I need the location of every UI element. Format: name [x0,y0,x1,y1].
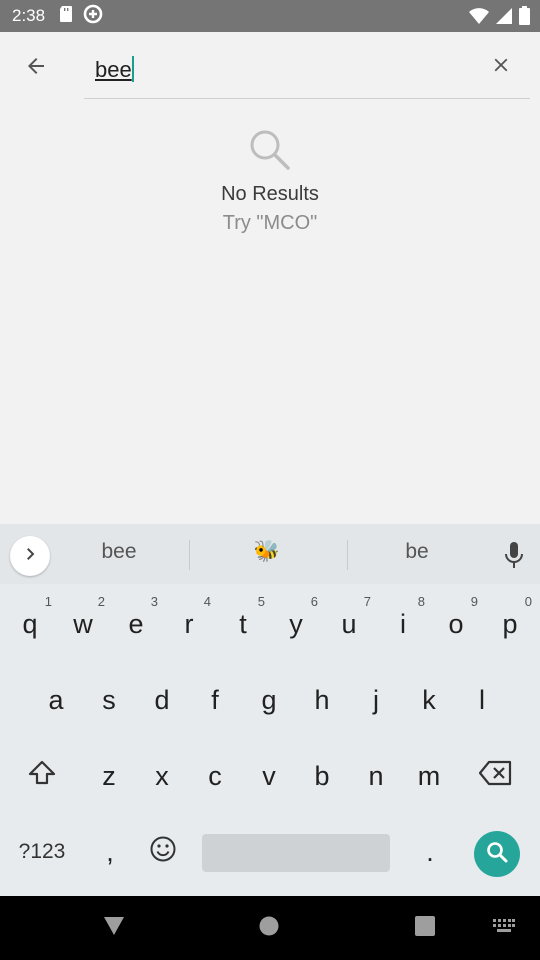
shift-key[interactable] [18,746,66,806]
key-hint: 9 [470,594,478,609]
arrow-back-icon [24,54,48,83]
key-hint: 3 [150,594,158,609]
keyboard-switch-button[interactable] [490,914,518,942]
shift-icon [27,758,57,795]
symbols-key[interactable]: ?123 [10,822,74,882]
key-q[interactable]: q1 [6,594,54,654]
key-p[interactable]: p0 [486,594,534,654]
key-k[interactable]: k [405,670,453,730]
key-hint: 6 [310,594,318,609]
navigation-bar [0,896,540,960]
search-icon [485,840,509,869]
microphone-icon [502,542,526,574]
search-input[interactable]: bee [84,52,530,99]
key-a[interactable]: a [32,670,80,730]
search-query: bee [95,57,132,82]
emoji-icon [149,835,177,870]
voice-input-button[interactable] [502,540,526,570]
key-label: e [128,608,144,639]
data-saver-icon [83,4,103,29]
period-key[interactable]: . [406,822,454,882]
key-label: p [502,608,518,639]
key-label: o [448,608,464,639]
keyboard-switch-icon [492,918,516,939]
suggestion-2[interactable]: 🐝 [202,540,332,564]
suggestion-1[interactable]: bee [54,540,184,564]
key-j[interactable]: j [352,670,400,730]
key-label: t [239,608,247,639]
key-x[interactable]: x [138,746,186,806]
key-label: w [73,608,93,639]
key-h[interactable]: h [298,670,346,730]
backspace-key[interactable] [472,746,520,806]
key-hint: 8 [417,594,425,609]
expand-suggestions-button[interactable] [10,536,50,576]
key-u[interactable]: u7 [325,594,373,654]
key-d[interactable]: d [138,670,186,730]
suggestion-divider [189,540,190,570]
key-hint: 7 [363,594,371,609]
suggestion-3[interactable]: be [352,540,482,564]
space-key[interactable] [202,834,390,872]
key-z[interactable]: z [85,746,133,806]
key-label: q [22,608,38,639]
key-e[interactable]: e3 [112,594,160,654]
recents-square-icon [414,915,436,942]
empty-state: No Results Try "MCO" [0,128,540,235]
key-label: r [184,608,194,639]
key-n[interactable]: n [352,746,400,806]
search-action-key[interactable] [474,831,520,877]
key-label: y [289,608,303,639]
key-o[interactable]: o9 [432,594,480,654]
key-v[interactable]: v [245,746,293,806]
emoji-key[interactable] [139,822,187,882]
battery-icon [519,6,530,30]
back-triangle-icon [102,915,126,942]
key-f[interactable]: f [191,670,239,730]
home-circle-icon [258,915,280,942]
keyboard: bee 🐝 be q1w2e3r4t5y6u7i8o9p0 asdfghjkl … [0,524,540,896]
key-b[interactable]: b [298,746,346,806]
wifi-icon [469,7,489,30]
key-w[interactable]: w2 [59,594,107,654]
status-time: 2:38 [12,6,46,25]
clear-button[interactable] [484,50,518,84]
sd-card-icon [59,5,73,27]
backspace-icon [478,760,513,793]
suggestion-bar: bee 🐝 be [0,524,540,584]
status-bar: 2:38 [0,0,540,32]
comma-key[interactable]: , [86,822,134,882]
search-header: bee [0,32,540,104]
nav-back-button[interactable] [100,914,128,942]
nav-home-button[interactable] [255,914,283,942]
key-g[interactable]: g [245,670,293,730]
key-hint: 0 [524,594,532,609]
close-icon [490,54,512,81]
key-c[interactable]: c [191,746,239,806]
key-s[interactable]: s [85,670,133,730]
cell-signal-icon [495,7,513,30]
chevron-right-icon [21,545,39,568]
key-m[interactable]: m [405,746,453,806]
key-hint: 2 [97,594,105,609]
key-t[interactable]: t5 [219,594,267,654]
search-icon [0,128,540,177]
key-label: i [400,608,406,639]
key-y[interactable]: y6 [272,594,320,654]
nav-recents-button[interactable] [411,914,439,942]
no-results-title: No Results [221,183,319,205]
key-i[interactable]: i8 [379,594,427,654]
key-label: u [341,608,357,639]
key-hint: 4 [203,594,211,609]
back-button[interactable] [18,50,54,86]
key-l[interactable]: l [458,670,506,730]
key-hint: 5 [257,594,265,609]
key-hint: 1 [44,594,52,609]
search-suggestion[interactable]: Try "MCO" [0,212,540,235]
key-r[interactable]: r4 [165,594,213,654]
text-cursor [131,56,134,82]
suggestion-divider [347,540,348,570]
